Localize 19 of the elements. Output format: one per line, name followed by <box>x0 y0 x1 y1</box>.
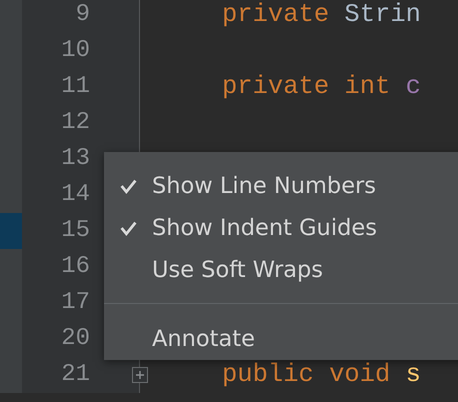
line-number: 17 <box>60 288 90 318</box>
menu-item[interactable]: Show Indent Guides <box>104 207 458 249</box>
line-number: 21 <box>60 360 90 390</box>
line-number: 13 <box>60 144 90 174</box>
line-number: 10 <box>60 36 90 66</box>
line-number: 14 <box>60 180 90 210</box>
code-line: private Strin <box>222 0 421 31</box>
line-number: 11 <box>60 72 90 102</box>
code-line: public void s <box>222 359 421 391</box>
fold-plus-icon[interactable] <box>132 367 148 383</box>
line-number: 12 <box>60 108 90 138</box>
menu-item[interactable]: Annotate <box>104 318 458 360</box>
line-number: 15 <box>60 216 90 246</box>
menu-item[interactable]: Show Line Numbers <box>104 165 458 207</box>
menu-item[interactable]: Use Soft Wraps <box>104 249 458 291</box>
line-number: 16 <box>60 252 90 282</box>
line-number: 20 <box>60 324 90 354</box>
code-line: private int c <box>222 71 421 103</box>
line-number: 9 <box>74 0 90 30</box>
